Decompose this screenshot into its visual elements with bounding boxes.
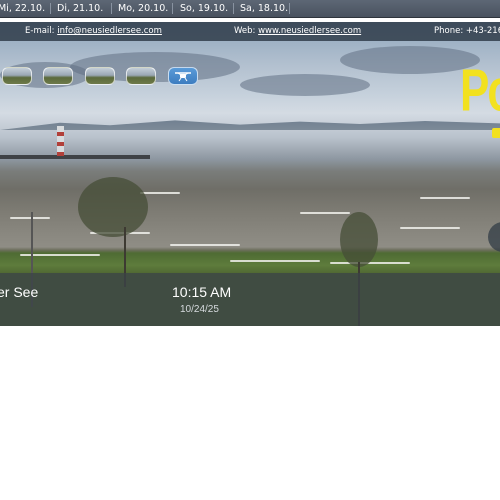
wave-crest bbox=[420, 197, 470, 199]
capture-date: 10/24/25 bbox=[180, 304, 219, 315]
camera-thumbnail-2[interactable] bbox=[43, 67, 73, 85]
camera-thumbnail-1[interactable] bbox=[2, 67, 32, 85]
tab-divider bbox=[233, 3, 234, 14]
date-tab-bar: Mi, 22.10. Di, 21.10. Mo, 20.10. So, 19.… bbox=[0, 0, 500, 18]
wave-crest bbox=[230, 260, 320, 262]
drone-icon bbox=[175, 72, 191, 82]
date-tab[interactable]: Mo, 20.10. bbox=[118, 0, 168, 17]
email-info: E-mail: info@neusiedlersee.com bbox=[25, 22, 162, 41]
web-link[interactable]: www.neusiedlersee.com bbox=[258, 26, 361, 36]
tab-divider bbox=[172, 3, 173, 14]
wave-crest bbox=[170, 244, 240, 246]
camera-thumbnail-3[interactable] bbox=[85, 67, 115, 85]
date-tab[interactable]: Mi, 22.10. bbox=[0, 0, 45, 17]
distant-mountains bbox=[0, 120, 500, 130]
web-info: Web: www.neusiedlersee.com bbox=[234, 22, 361, 41]
tab-divider bbox=[289, 3, 290, 14]
cloud bbox=[340, 46, 480, 74]
wave-crest bbox=[400, 227, 460, 229]
bottom-info-overlay bbox=[0, 273, 500, 326]
wave-crest bbox=[140, 192, 180, 194]
lighthouse bbox=[57, 126, 64, 156]
email-link[interactable]: info@neusiedlersee.com bbox=[57, 26, 162, 36]
tree bbox=[340, 212, 378, 267]
cloud bbox=[240, 74, 370, 96]
tree bbox=[78, 177, 148, 237]
capture-time: 10:15 AM bbox=[172, 284, 232, 300]
phone-info: Phone: +43-216 bbox=[434, 26, 500, 36]
wave-crest bbox=[10, 217, 50, 219]
location-name: er See bbox=[0, 284, 39, 300]
tab-divider bbox=[50, 3, 51, 14]
date-tab[interactable]: Sa, 18.10. bbox=[240, 0, 288, 17]
brand-logo: Po bbox=[460, 58, 500, 125]
web-label: Web: bbox=[234, 26, 256, 36]
contact-info-bar: E-mail: info@neusiedlersee.com Web: www.… bbox=[0, 22, 500, 41]
date-tab[interactable]: So, 19.10. bbox=[180, 0, 228, 17]
email-label: E-mail: bbox=[25, 26, 55, 36]
pier bbox=[0, 155, 150, 159]
wave-crest bbox=[300, 212, 350, 214]
logo-fragment bbox=[492, 128, 500, 138]
camera-thumbnail-4[interactable] bbox=[126, 67, 156, 85]
wave-crest bbox=[330, 262, 410, 264]
date-tab[interactable]: Di, 21.10. bbox=[57, 0, 103, 17]
tab-divider bbox=[111, 3, 112, 14]
drone-view-button[interactable] bbox=[168, 67, 198, 85]
